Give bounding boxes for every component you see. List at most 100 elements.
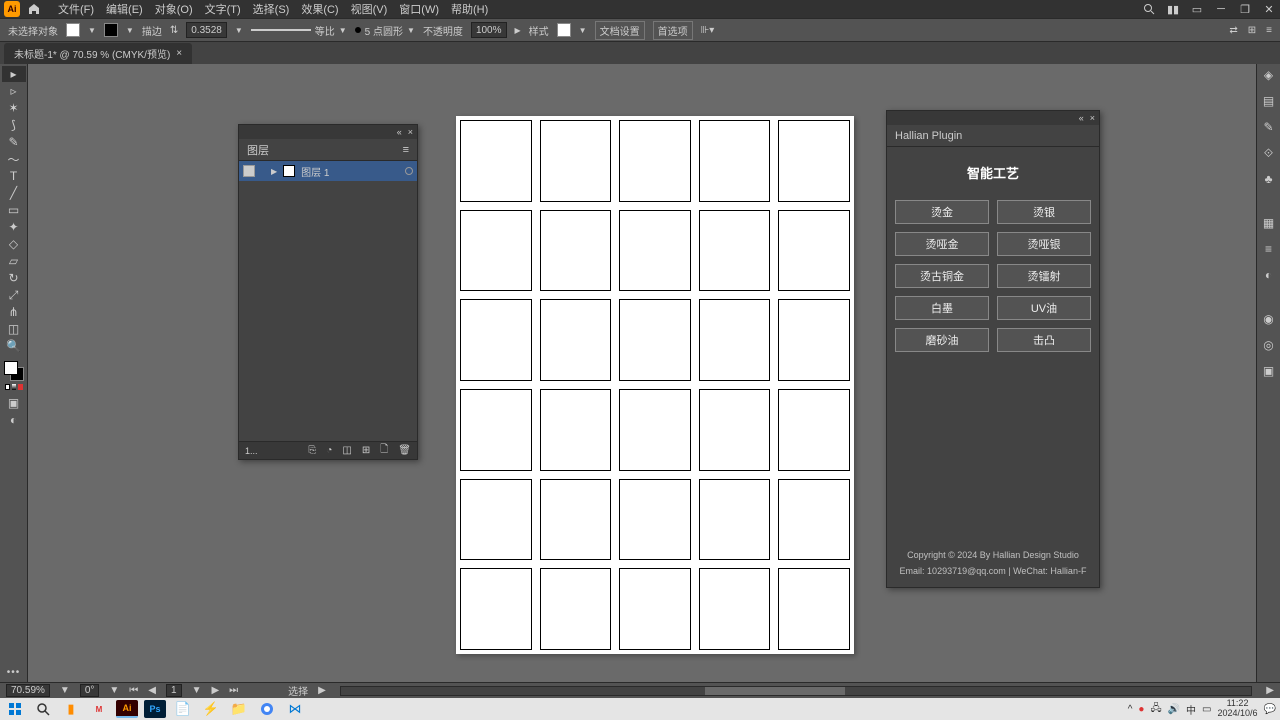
plugin-button-laser[interactable]: 烫镭射 xyxy=(997,264,1091,288)
wand-tool[interactable]: ✶ xyxy=(2,100,26,116)
expand-icon[interactable]: ▶ xyxy=(271,167,277,176)
align-icon[interactable]: ⊪▾ xyxy=(701,25,715,36)
delete-layer-icon[interactable]: 🗑 xyxy=(398,445,411,456)
chevron-down-icon[interactable]: ▼ xyxy=(88,26,96,35)
shaper-tool[interactable]: ◇ xyxy=(2,236,26,252)
snap-icon[interactable]: ⊞ xyxy=(1248,25,1256,36)
tray-volume-icon[interactable]: 🔊 xyxy=(1168,704,1180,715)
plugin-button-matte-oil[interactable]: 磨砂油 xyxy=(895,328,989,352)
menu-effect[interactable]: 效果(C) xyxy=(295,1,344,17)
chevron-down-icon[interactable]: ▼ xyxy=(339,26,347,35)
appearance-icon[interactable]: ◉ xyxy=(1260,310,1278,328)
arrange-icon[interactable]: ▮▮ xyxy=(1166,2,1180,16)
close-icon[interactable]: ✕ xyxy=(1262,2,1276,16)
screen-mode-tool[interactable]: ▣ xyxy=(2,395,26,411)
taskbar-chrome[interactable] xyxy=(256,700,278,718)
plugin-button-silver[interactable]: 烫银 xyxy=(997,200,1091,224)
artboard-next-icon[interactable]: ▶ xyxy=(211,685,219,696)
chevron-down-icon[interactable]: ▼ xyxy=(60,685,70,696)
artboard[interactable] xyxy=(456,116,854,654)
target-icon[interactable] xyxy=(405,167,413,175)
tray-ime-icon[interactable]: 中 xyxy=(1186,702,1196,717)
locate-icon[interactable]: ⎘ xyxy=(308,445,316,456)
menu-icon[interactable]: ≡ xyxy=(1266,25,1272,36)
new-sublayer-icon[interactable]: ⊞ xyxy=(362,445,370,456)
plugin-button-gold[interactable]: 烫金 xyxy=(895,200,989,224)
style-swatch[interactable] xyxy=(557,23,571,37)
tray-input-icon[interactable]: ▭ xyxy=(1202,704,1211,715)
collapse-icon[interactable]: « xyxy=(1079,113,1084,123)
collapse-icon[interactable]: « xyxy=(397,127,402,137)
scale-tool[interactable]: ⤢ xyxy=(2,287,26,303)
prefs-button[interactable]: 首选项 xyxy=(653,21,693,40)
comments-icon[interactable]: ✎ xyxy=(1260,118,1278,136)
opacity-input[interactable]: 100% xyxy=(471,22,507,38)
menu-window[interactable]: 窗口(W) xyxy=(393,1,445,17)
stroke-swatch[interactable] xyxy=(104,23,118,37)
stepper-icon[interactable]: ⇅ xyxy=(170,25,178,36)
home-icon[interactable] xyxy=(26,1,42,17)
edit-toolbar-icon[interactable]: ••• xyxy=(7,667,21,678)
canvas[interactable]: « × 图层 ≡ ▶ 图层 1 1... ⎘ xyxy=(28,64,1256,682)
search-icon[interactable] xyxy=(1142,2,1156,16)
chevron-down-icon[interactable]: ▼ xyxy=(109,685,119,696)
properties-icon[interactable]: ◈ xyxy=(1260,66,1278,84)
rectangle-tool[interactable]: ▭ xyxy=(2,202,26,218)
type-tool[interactable]: T xyxy=(2,168,26,184)
taskbar-clock[interactable]: 11:22 2024/10/6 xyxy=(1218,699,1258,719)
panel-header[interactable]: « × xyxy=(887,111,1099,125)
make-mask-icon[interactable]: ◔ xyxy=(326,445,332,456)
color-mode-icons[interactable] xyxy=(4,384,24,394)
fill-color[interactable] xyxy=(4,361,18,375)
plugin-button-bronze[interactable]: 烫古铜金 xyxy=(895,264,989,288)
close-panel-icon[interactable]: × xyxy=(408,127,413,137)
taskbar-vscode[interactable]: ⋈ xyxy=(284,700,306,718)
taskbar-pdf[interactable]: 📄 xyxy=(172,700,194,718)
chevron-down-icon[interactable]: ▼ xyxy=(192,685,202,696)
tray-notifications-icon[interactable]: 💬 xyxy=(1264,704,1276,715)
sublayer-icon[interactable]: ◫ xyxy=(342,445,351,456)
tray-network-icon[interactable]: 🖧 xyxy=(1150,701,1161,718)
chevron-down-icon[interactable]: ▼ xyxy=(407,26,415,35)
brush-tool[interactable]: ✦ xyxy=(2,219,26,235)
rotate-tool[interactable]: ↻ xyxy=(2,270,26,286)
maximize-icon[interactable]: ❐ xyxy=(1238,2,1252,16)
color-picker[interactable] xyxy=(4,361,24,381)
scroll-right-icon[interactable]: ▶ xyxy=(1266,685,1274,696)
stroke-panel-icon[interactable]: ≡ xyxy=(1260,240,1278,258)
taskbar-explorer[interactable]: 📁 xyxy=(228,700,250,718)
layers-icon[interactable]: ◎ xyxy=(1260,336,1278,354)
menu-help[interactable]: 帮助(H) xyxy=(445,1,494,17)
close-tab-icon[interactable]: × xyxy=(176,48,182,59)
artboard-first-icon[interactable]: ⏮ xyxy=(129,685,138,696)
minimize-icon[interactable]: ─ xyxy=(1214,2,1228,16)
panel-title[interactable]: 图层 xyxy=(247,142,269,158)
menu-file[interactable]: 文件(F) xyxy=(52,1,100,17)
taskbar-app-1[interactable]: ▮ xyxy=(60,700,82,718)
menu-type[interactable]: 文字(T) xyxy=(199,1,247,17)
chevron-down-icon[interactable]: ▼ xyxy=(235,26,243,35)
navigator-icon[interactable]: ⟐ xyxy=(1260,144,1278,162)
panel-menu-icon[interactable]: ≡ xyxy=(403,144,409,156)
close-panel-icon[interactable]: × xyxy=(1090,113,1095,123)
taskbar-illustrator[interactable]: Ai xyxy=(116,700,138,718)
stroke-width-input[interactable]: 0.3528 xyxy=(186,22,227,38)
plugin-button-uv[interactable]: UV油 xyxy=(997,296,1091,320)
lasso-tool[interactable]: ⟆ xyxy=(2,117,26,133)
zoom-tool[interactable]: 🔍 xyxy=(2,338,26,354)
tray-chevron-icon[interactable]: ^ xyxy=(1128,704,1133,715)
line-tool[interactable]: ╱ xyxy=(2,185,26,201)
selection-tool[interactable]: ▸ xyxy=(2,66,26,82)
fill-swatch[interactable] xyxy=(66,23,80,37)
pen-tool[interactable]: ✎ xyxy=(2,134,26,150)
artboard-num-input[interactable]: 1 xyxy=(166,684,182,697)
toggle-icon[interactable]: ⇄ xyxy=(1229,25,1237,36)
artboard-icon[interactable]: ▣ xyxy=(1260,362,1278,380)
gradient-icon[interactable]: ◐ xyxy=(1260,266,1278,284)
artboard-prev-icon[interactable]: ◀ xyxy=(148,685,156,696)
plugin-button-matte-silver[interactable]: 烫哑银 xyxy=(997,232,1091,256)
rotate-input[interactable]: 0° xyxy=(80,684,100,697)
chevron-right-icon[interactable]: ▶ xyxy=(515,26,521,35)
start-button[interactable] xyxy=(4,700,26,718)
menu-object[interactable]: 对象(O) xyxy=(149,1,199,17)
